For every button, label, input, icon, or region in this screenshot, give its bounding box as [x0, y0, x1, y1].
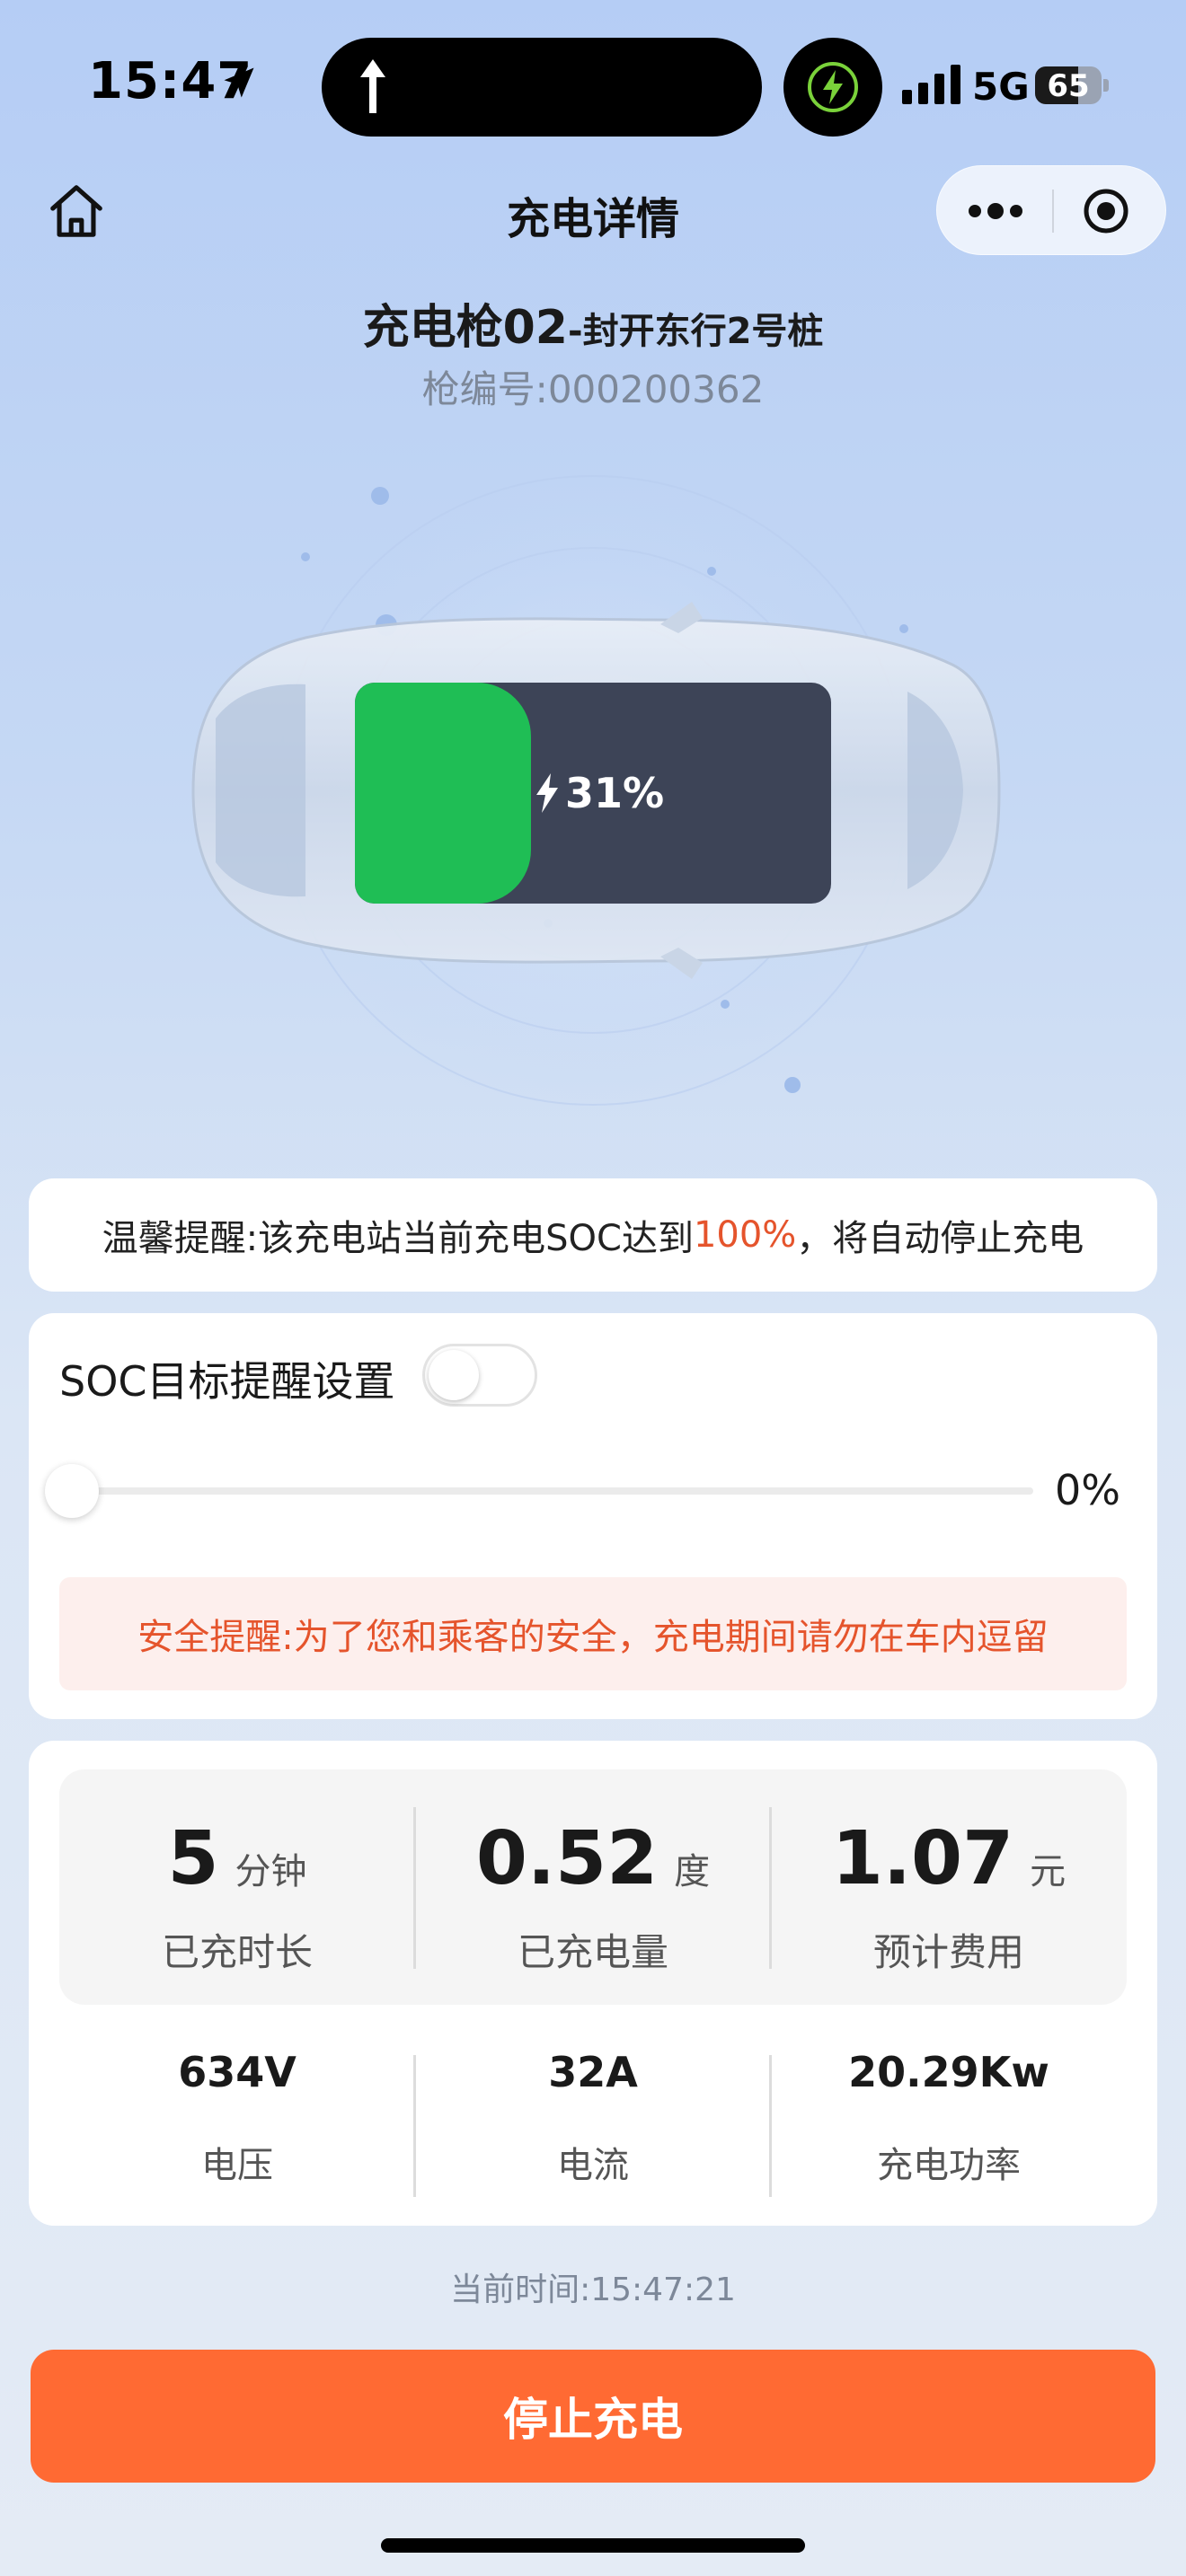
gun-title: 充电枪02-封开东行2号桩 — [0, 289, 1186, 357]
soc-slider-track[interactable] — [77, 1487, 1033, 1495]
battery-icon: 65 — [1035, 66, 1102, 104]
energy-value: 0.52 — [475, 1816, 659, 1901]
stat-voltage: 634V 电压 — [59, 2028, 415, 2190]
power-value: 20.29Kw — [848, 2048, 1049, 2096]
lightning-icon — [536, 773, 558, 813]
energy-label: 已充电量 — [517, 1930, 668, 1974]
voltage-label: 电压 — [201, 2145, 273, 2186]
power-label: 充电功率 — [877, 2145, 1021, 2186]
stat-current: 32A 电流 — [415, 2028, 771, 2190]
current-time: 当前时间:15:47:21 — [450, 2272, 736, 2308]
stats-card: 5 分钟 已充时长 0.52 度 已充电量 1.07 元 预计费用 634V 电压 3… — [29, 1741, 1157, 2226]
gun-name: 充电枪02 — [362, 301, 568, 355]
notice-prefix: 温馨提醒:该充电站当前充电SOC达到 — [102, 1218, 694, 1259]
charging-indicator — [783, 38, 882, 137]
status-bar: 15:47 5G 65 — [0, 0, 1186, 171]
mini-program-capsule — [936, 165, 1166, 255]
safety-reminder: 安全提醒:为了您和乘客的安全，充电期间请勿在车内逗留 — [59, 1577, 1127, 1690]
stats-summary: 5 分钟 已充时长 0.52 度 已充电量 1.07 元 预计费用 — [59, 1769, 1127, 2005]
upload-arrow-icon — [360, 59, 385, 113]
cost-unit: 元 — [1030, 1851, 1067, 1892]
battery-level: 65 — [1047, 68, 1090, 104]
battery-gauge-label: 31% — [535, 683, 831, 904]
soc-title: SOC目标提醒设置 — [59, 1357, 395, 1406]
soc-settings-card: SOC目标提醒设置 0% 安全提醒:为了您和乘客的安全，充电期间请勿在车内逗留 — [29, 1313, 1157, 1719]
voltage-value: 634V — [178, 2048, 296, 2096]
cost-label: 预计费用 — [872, 1930, 1024, 1974]
cost-value: 1.07 — [831, 1816, 1014, 1901]
battery-gauge-fill — [355, 683, 531, 904]
close-target-icon[interactable] — [1081, 186, 1131, 236]
notice-card: 温馨提醒:该充电站当前充电SOC达到 100% ，将自动停止充电 — [29, 1178, 1157, 1292]
battery-cap — [1103, 79, 1109, 92]
stat-power: 20.29Kw 充电功率 — [771, 2028, 1127, 2190]
duration-label: 已充时长 — [161, 1930, 313, 1974]
location-arrow-icon — [224, 67, 254, 98]
notice-highlight: 100% — [693, 1214, 797, 1256]
gun-number: 枪编号:000200362 — [421, 367, 765, 411]
soc-slider-value: 0% — [1055, 1466, 1120, 1514]
current-label: 电流 — [557, 2145, 629, 2186]
signal-icon — [902, 65, 960, 104]
notice-suffix: ，将自动停止充电 — [796, 1218, 1084, 1259]
current-value: 32A — [548, 2048, 638, 2096]
battery-gauge: 31% — [355, 683, 831, 904]
capsule-divider — [1052, 190, 1054, 233]
stop-charging-button[interactable]: 停止充电 — [31, 2350, 1155, 2483]
energy-unit: 度 — [674, 1851, 711, 1892]
stat-cost: 1.07 元 预计费用 — [771, 1769, 1127, 2005]
battery-percent: 31% — [565, 769, 665, 817]
soc-slider-thumb[interactable] — [45, 1464, 99, 1518]
stat-duration: 5 分钟 已充时长 — [59, 1769, 415, 2005]
home-indicator[interactable] — [381, 2538, 805, 2553]
duration-unit: 分钟 — [235, 1851, 307, 1892]
gun-station: -封开东行2号桩 — [567, 311, 824, 352]
toggle-knob — [429, 1350, 479, 1400]
duration-value: 5 — [167, 1816, 219, 1901]
network-type: 5G — [972, 65, 1030, 109]
more-icon[interactable] — [964, 193, 1027, 229]
soc-toggle[interactable] — [422, 1344, 537, 1407]
charging-bolt-icon — [808, 62, 858, 112]
stat-energy: 0.52 度 已充电量 — [415, 1769, 771, 2005]
